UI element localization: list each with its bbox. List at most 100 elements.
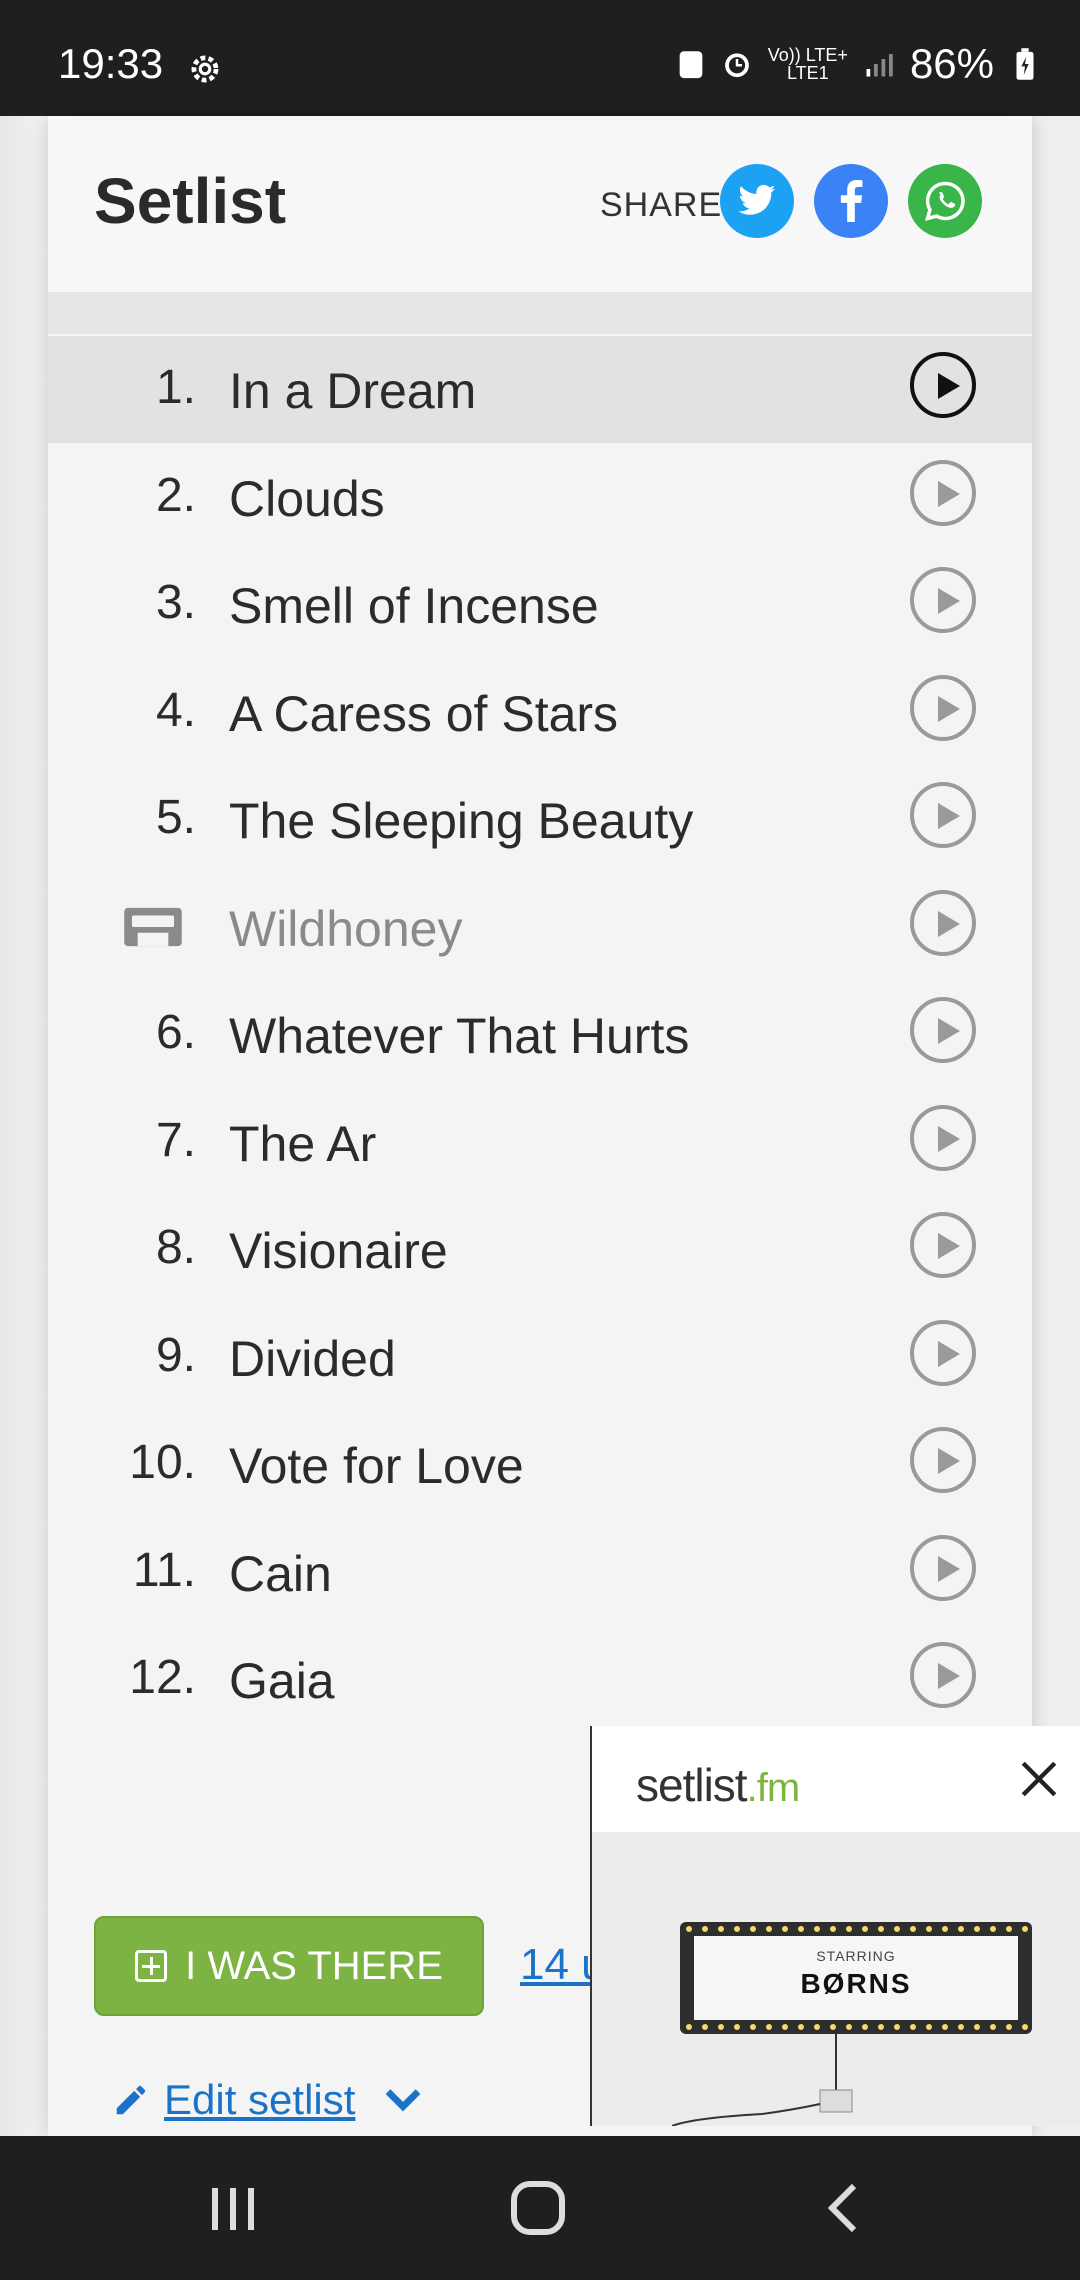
song-title[interactable]: In a Dream: [229, 362, 476, 420]
song-row[interactable]: 8. Visionaire: [48, 1196, 1032, 1303]
marquee-bulb: [1006, 2024, 1012, 2030]
play-button[interactable]: [910, 889, 976, 956]
share-facebook-button[interactable]: [814, 164, 888, 238]
marquee-bulb: [718, 1926, 724, 1932]
song-title[interactable]: Smell of Incense: [229, 577, 599, 635]
back-icon[interactable]: [822, 2180, 862, 2236]
song-title[interactable]: A Caress of Stars: [229, 685, 618, 743]
play-button[interactable]: [910, 1534, 976, 1601]
marquee-bulb: [958, 2024, 964, 2030]
song-row[interactable]: 11. Cain: [48, 1519, 1032, 1626]
marquee-bulb: [894, 1926, 900, 1932]
marquee-bulb: [990, 2024, 996, 2030]
marquee-bulb: [894, 2024, 900, 2030]
song-number: 5.: [155, 791, 196, 844]
marquee-bulb: [734, 2024, 740, 2030]
song-row[interactable]: 2. Clouds: [48, 444, 1032, 551]
marquee-bulb: [846, 2024, 852, 2030]
play-button[interactable]: [910, 997, 976, 1063]
play-button[interactable]: [910, 1319, 976, 1386]
song-row[interactable]: 12. Gaia: [48, 1626, 1032, 1733]
marquee-bulb: [910, 1926, 916, 1932]
song-row[interactable]: 3. Smell of Incense: [48, 551, 1032, 658]
marquee-bulb: [814, 1926, 820, 1932]
song-title[interactable]: Divided: [229, 1330, 396, 1388]
marquee-bulb: [782, 1926, 788, 1932]
play-button[interactable]: [910, 459, 976, 526]
page-title: Setlist: [94, 165, 287, 237]
pencil-icon: [116, 2085, 146, 2115]
sign-cable: [672, 2034, 853, 2126]
song-row[interactable]: 5. The Sleeping Beauty: [48, 766, 1032, 873]
song-row[interactable]: 1. In a Dream: [48, 336, 1032, 443]
song-row[interactable]: 4. A Caress of Stars: [48, 659, 1032, 766]
chevron-down-icon[interactable]: [383, 2085, 423, 2115]
play-button[interactable]: [910, 352, 976, 418]
marquee-bulb: [798, 1926, 804, 1932]
song-title[interactable]: Gaia: [229, 1652, 335, 1710]
whatsapp-icon: [924, 181, 965, 221]
song-number: 12.: [129, 1651, 196, 1704]
song-title[interactable]: Cain: [229, 1545, 332, 1603]
edit-setlist-link[interactable]: Edit setlist: [164, 2076, 355, 2124]
song-number: 3.: [155, 576, 196, 629]
ad-header: setlist.fm: [592, 1726, 1080, 1832]
play-button[interactable]: [910, 1427, 976, 1493]
marquee-bulb: [686, 1926, 692, 1932]
marquee-bulb: [1022, 1926, 1028, 1932]
play-button[interactable]: [910, 782, 976, 848]
song-title[interactable]: Clouds: [229, 470, 385, 528]
i-was-there-button[interactable]: I WAS THERE: [94, 1916, 484, 2016]
background-panel: [0, 116, 48, 2136]
song-number: 9.: [155, 1328, 196, 1382]
play-button[interactable]: [910, 1104, 976, 1171]
marquee-bulb: [942, 2024, 948, 2030]
song-row[interactable]: 10. Vote for Love: [48, 1411, 1032, 1518]
home-icon[interactable]: [510, 2180, 566, 2236]
song-title[interactable]: Visionaire: [229, 1222, 448, 1280]
ad-overlay: setlist.fm STARRING BØRNS: [590, 1726, 1080, 2126]
song-row[interactable]: 9. Divided: [48, 1304, 1032, 1411]
battery-charging-icon: [1016, 48, 1034, 80]
marquee-bulb: [830, 1926, 836, 1932]
play-button[interactable]: [910, 567, 976, 633]
alarm-icon: [724, 53, 749, 78]
song-title[interactable]: Whatever That Hurts: [229, 1007, 689, 1065]
share-label: SHARE: [600, 186, 723, 224]
song-row[interactable]: Wildhoney: [48, 874, 1032, 981]
marquee-sign: STARRING BØRNS: [680, 1922, 1032, 2034]
marquee-bulb: [910, 2024, 916, 2030]
marquee-bulb: [750, 1926, 756, 1932]
setlistfm-logo: setlist.fm: [636, 1758, 800, 1812]
song-number: 2.: [155, 468, 196, 522]
song-title[interactable]: The Sleeping Beauty: [229, 792, 693, 850]
system-nav-bar: [0, 2136, 1080, 2280]
status-bar: 19:33 Vo)) LTE+ LTE1 86%: [0, 0, 1080, 116]
ad-image[interactable]: STARRING BØRNS: [592, 1832, 1080, 2126]
i-was-there-label: I WAS THERE: [185, 1943, 443, 1988]
play-button[interactable]: [910, 1642, 976, 1708]
play-button[interactable]: [910, 1212, 976, 1278]
song-number: 7.: [155, 1113, 196, 1167]
marquee-bulb: [926, 2024, 932, 2030]
play-button[interactable]: [910, 674, 976, 741]
marquee-bulb: [974, 2024, 980, 2030]
song-row[interactable]: 7. The Ar: [48, 1089, 1032, 1196]
song-row[interactable]: 6. Whatever That Hurts: [48, 981, 1032, 1088]
song-title[interactable]: The Ar: [229, 1115, 376, 1173]
recents-icon[interactable]: [208, 2184, 260, 2234]
marquee-bulb: [830, 2024, 836, 2030]
plus-icon: [135, 1950, 168, 1982]
song-title[interactable]: Vote for Love: [229, 1437, 524, 1495]
song-title[interactable]: Wildhoney: [229, 900, 462, 958]
marquee-bulb: [862, 1926, 868, 1932]
close-icon[interactable]: [1018, 1758, 1060, 1800]
marquee-bulb: [702, 2024, 708, 2030]
share-twitter-button[interactable]: [720, 164, 794, 238]
marquee-bulb: [782, 2024, 788, 2030]
marquee-panel: STARRING BØRNS: [694, 1936, 1018, 2020]
edit-setlist-row[interactable]: Edit setlist: [112, 2076, 423, 2124]
marquee-bulb: [862, 2024, 868, 2030]
marquee-bulb: [958, 1926, 964, 1932]
share-whatsapp-button[interactable]: [908, 164, 982, 238]
